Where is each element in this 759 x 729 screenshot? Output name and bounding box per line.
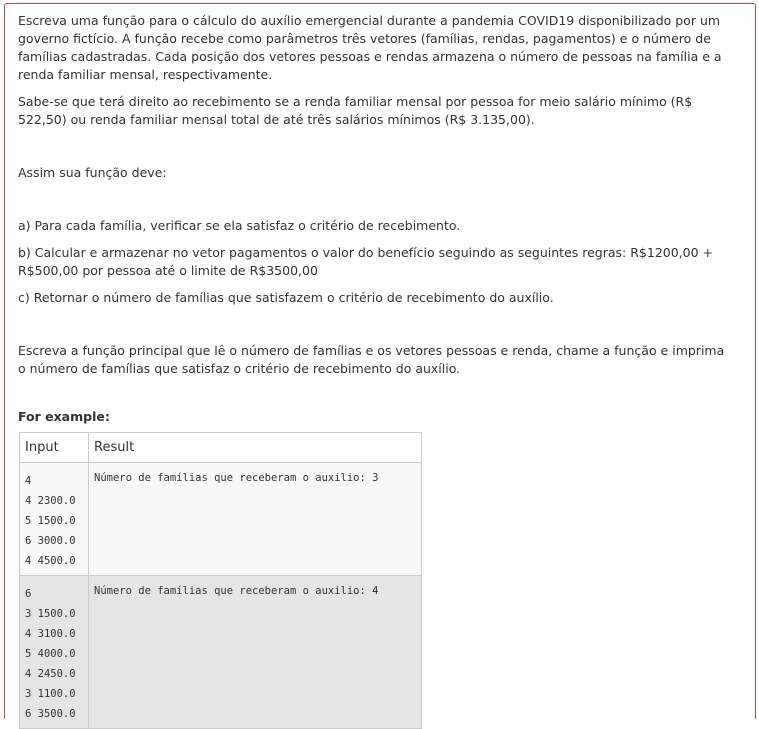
column-header-result: Result [88,432,422,463]
question-panel: Escreva uma função para o cálculo do aux… [4,3,756,729]
input-line: 6 3000.0 [25,535,76,547]
paragraph-item-c: c) Retornar o número de famílias que sat… [18,290,554,305]
input-line: 4 3100.0 [25,628,76,640]
paragraph-task: Assim sua função deve: [18,165,167,180]
input-line: 5 1500.0 [25,515,76,527]
result-text: Número de famílias que receberam o auxil… [94,472,379,484]
input-line: 6 [25,588,32,600]
input-line: 6 3500.0 [25,708,76,720]
column-header-input: Input [19,432,89,463]
input-line: 4 [25,475,32,487]
example-input-cell: 6 3 1500.0 4 3100.0 5 4000.0 4 2450.0 3 … [19,575,89,729]
paragraph-item-a: a) Para cada família, verificar se ela s… [18,218,461,233]
example-result-cell: Número de famílias que receberam o auxil… [88,575,422,729]
paragraph-main-function: Escreva a função principal que lê o núme… [18,343,725,376]
example-row: 4 4 2300.0 5 1500.0 6 3000.0 4 4500.0 Nú… [19,462,422,576]
input-line: 4 4500.0 [25,555,76,567]
input-line: 5 4000.0 [25,648,76,660]
example-table: Input Result 4 4 2300.0 5 1500.0 6 3000.… [19,432,422,729]
paragraph-intro: Escreva uma função para o cálculo do aux… [18,13,722,82]
paragraph-criteria: Sabe-se que terá direito ao recebimento … [18,94,693,127]
example-label: For example: [18,409,110,424]
example-result-cell: Número de famílias que receberam o auxil… [88,462,422,576]
input-line: 4 2450.0 [25,668,76,680]
example-header-row: Input Result [19,432,422,463]
input-line: 3 1100.0 [25,688,76,700]
result-text: Número de famílias que receberam o auxil… [94,585,379,597]
example-input-cell: 4 4 2300.0 5 1500.0 6 3000.0 4 4500.0 [19,462,89,576]
paragraph-item-b: b) Calcular e armazenar no vetor pagamen… [18,245,714,278]
input-line: 4 2300.0 [25,495,76,507]
example-row: 6 3 1500.0 4 3100.0 5 4000.0 4 2450.0 3 … [19,575,422,729]
question-text: Escreva uma função para o cálculo do aux… [18,12,733,729]
input-line: 3 1500.0 [25,608,76,620]
